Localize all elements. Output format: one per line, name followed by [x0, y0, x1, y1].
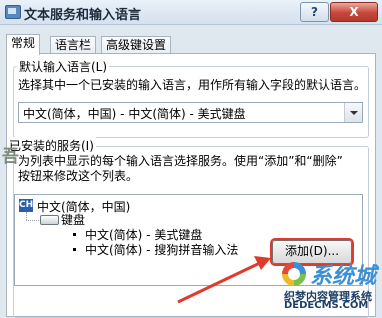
watermark-left: 吾: [2, 147, 20, 167]
watermark-logo-text: 系统城: [310, 263, 377, 289]
watermark-line2: DEDECMS.COM: [284, 300, 369, 311]
logo-ring-icon: [282, 262, 306, 286]
arrow-shaft: [177, 260, 263, 304]
watermark-logo: 系统城 织梦内容管理系统 DEDECMS.COM: [282, 258, 378, 311]
tab-general[interactable]: 常规: [6, 34, 41, 55]
